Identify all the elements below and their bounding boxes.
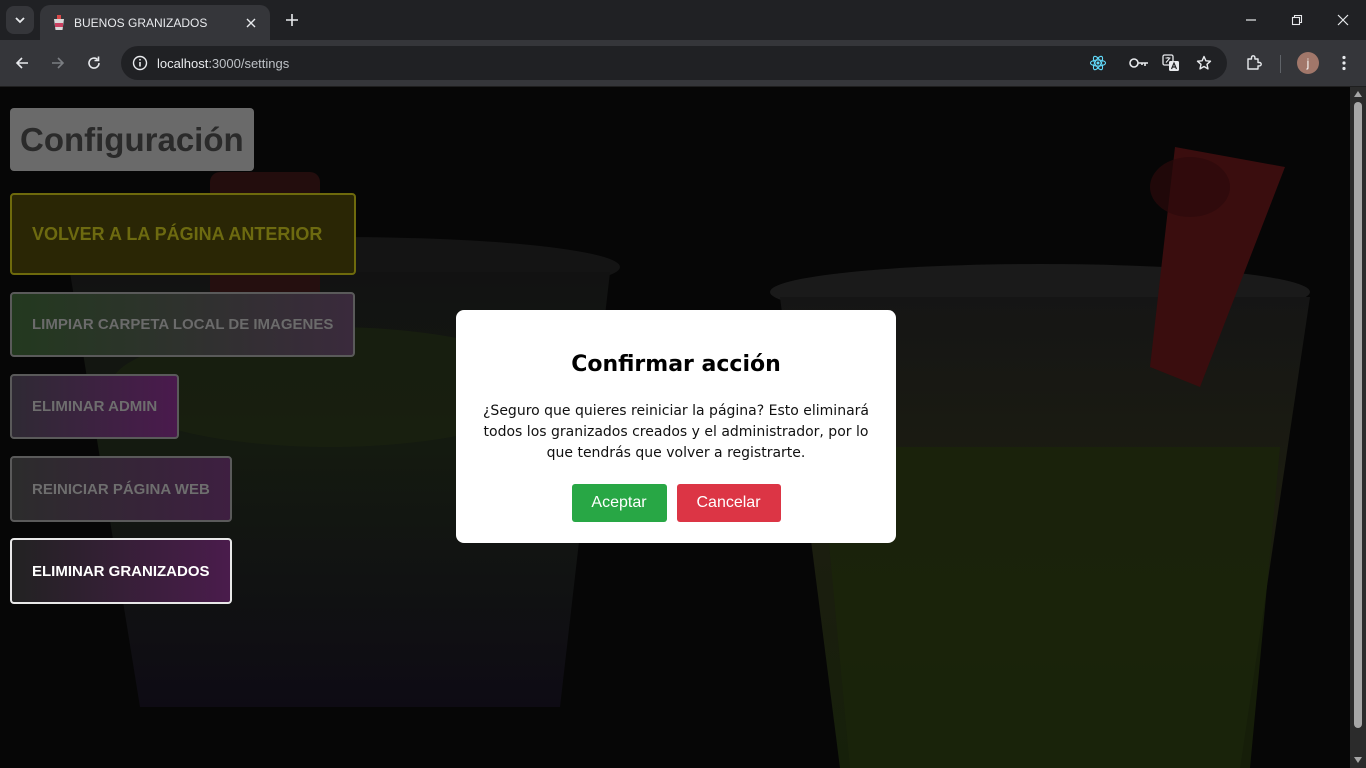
- bookmark-button[interactable]: [1193, 52, 1215, 74]
- close-window-icon: [1337, 14, 1349, 26]
- scroll-down-arrow-icon[interactable]: [1354, 757, 1362, 763]
- info-icon: [132, 55, 148, 71]
- back-icon: [15, 57, 28, 69]
- browser-toolbar: localhost:3000/settings j: [0, 40, 1366, 87]
- chevron-down-icon: [15, 17, 25, 24]
- minimize-button[interactable]: [1228, 0, 1274, 40]
- scroll-up-arrow-icon[interactable]: [1354, 91, 1362, 97]
- tab-bar: BUENOS GRANIZADOS: [0, 0, 1366, 40]
- forward-icon: [52, 57, 65, 69]
- cancel-button[interactable]: Cancelar: [676, 484, 781, 522]
- url-path: :3000/settings: [208, 55, 290, 71]
- address-bar[interactable]: localhost:3000/settings: [121, 46, 1227, 80]
- clear-local-images-button[interactable]: LIMPIAR CARPETA LOCAL DE IMAGENES: [10, 292, 355, 357]
- profile-avatar[interactable]: j: [1297, 52, 1319, 74]
- page-title-box: Configuración: [10, 108, 254, 171]
- translate-button[interactable]: [1160, 52, 1182, 74]
- react-devtools-icon: [1089, 55, 1107, 71]
- tab-title: BUENOS GRANIZADOS: [74, 15, 208, 30]
- back-to-previous-page-button[interactable]: VOLVER A LA PÁGINA ANTERIOR: [10, 193, 356, 275]
- delete-admin-button[interactable]: ELIMINAR ADMIN: [10, 374, 179, 439]
- restore-button[interactable]: [1274, 0, 1320, 40]
- reset-website-button[interactable]: REINICIAR PÁGINA WEB: [10, 456, 232, 522]
- minimize-icon: [1246, 19, 1256, 21]
- page-viewport: Configuración VOLVER A LA PÁGINA ANTERIO…: [0, 87, 1350, 768]
- close-window-button[interactable]: [1320, 0, 1366, 40]
- translate-icon: [1162, 54, 1179, 71]
- dialog-message: ¿Seguro que quieres reiniciar la página?…: [483, 403, 869, 461]
- url-text: localhost:3000/settings: [157, 56, 289, 71]
- tab-search-button[interactable]: [6, 6, 34, 34]
- site-info-button[interactable]: [125, 48, 155, 78]
- toolbar-separator: [1280, 55, 1281, 73]
- menu-button[interactable]: [1333, 52, 1355, 74]
- key-icon: [1129, 58, 1148, 68]
- react-devtools-button[interactable]: [1087, 52, 1109, 74]
- reload-icon: [88, 56, 100, 69]
- dialog-actions: Aceptar Cancelar: [456, 484, 896, 522]
- reload-button[interactable]: [79, 48, 109, 78]
- url-host: localhost: [157, 55, 209, 71]
- page-title: Configuración: [20, 120, 244, 158]
- close-icon: [246, 18, 256, 27]
- delete-granizados-button[interactable]: ELIMINAR GRANIZADOS: [10, 538, 232, 604]
- password-manager-button[interactable]: [1128, 52, 1150, 74]
- page-scrollbar[interactable]: [1350, 87, 1366, 768]
- plus-icon: [286, 14, 298, 26]
- back-button[interactable]: [7, 48, 37, 78]
- scroll-thumb[interactable]: [1354, 102, 1362, 728]
- new-tab-button[interactable]: [280, 8, 304, 32]
- forward-button[interactable]: [43, 48, 73, 78]
- dialog-title: Confirmar acción: [571, 352, 781, 377]
- more-vert-icon: [1342, 55, 1346, 71]
- extensions-icon: [1247, 55, 1262, 70]
- browser-tab[interactable]: BUENOS GRANIZADOS: [40, 5, 270, 40]
- tab-close-button[interactable]: [242, 14, 260, 32]
- star-icon: [1196, 55, 1212, 70]
- extensions-button[interactable]: [1243, 52, 1265, 74]
- accept-button[interactable]: Aceptar: [571, 484, 667, 522]
- favicon-cup-icon: [54, 14, 64, 30]
- restore-icon: [1291, 14, 1303, 26]
- confirm-dialog: Confirmar acción ¿Seguro que quieres rei…: [456, 310, 896, 543]
